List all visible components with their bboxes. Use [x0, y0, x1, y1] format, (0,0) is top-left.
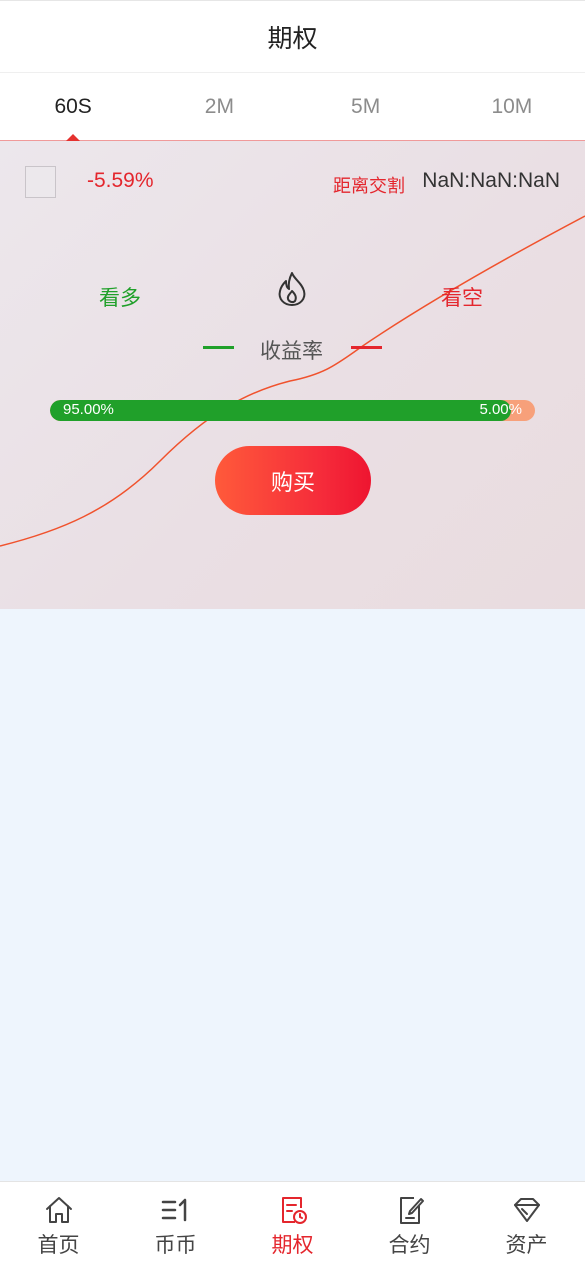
bear-ratio-text: 5.00%: [479, 401, 522, 418]
change-percent: -5.59%: [87, 169, 154, 192]
contract-icon: [399, 1197, 424, 1224]
home-icon: [45, 1197, 72, 1223]
tab-label: 60S: [54, 94, 92, 118]
period-tabs: 60S 2M 5M 10M: [0, 73, 585, 141]
fire-icon: [278, 272, 306, 306]
options-icon: [281, 1197, 307, 1224]
nav-contract[interactable]: 合约: [351, 1182, 468, 1267]
bull-ratio-fill: [50, 400, 511, 421]
tab-60s[interactable]: 60S: [0, 73, 146, 140]
tab-2m[interactable]: 2M: [146, 73, 292, 140]
diamond-icon: [513, 1198, 540, 1222]
header: 期权: [0, 0, 585, 73]
bear-option[interactable]: 看空: [441, 282, 483, 312]
yield-label: 收益率: [260, 339, 323, 363]
buy-button[interactable]: 购买: [215, 446, 371, 515]
price-chart: [0, 215, 585, 547]
nav-assets[interactable]: 资产: [468, 1182, 585, 1267]
page-title: 期权: [267, 23, 318, 53]
app-root: 期权 60S 2M 5M 10M -5.59% 距离交割 NaN:NaN:NaN…: [0, 0, 585, 1267]
tab-label: 2M: [204, 94, 234, 118]
nav-label: 首页: [37, 1233, 80, 1257]
tab-label: 10M: [491, 94, 533, 118]
nav-label: 资产: [505, 1233, 548, 1257]
nav-label: 期权: [271, 1233, 314, 1257]
bull-option[interactable]: 看多: [99, 282, 141, 312]
bull-ratio-text: 95.00%: [63, 401, 114, 418]
pair-selector-box[interactable]: [25, 166, 56, 198]
bottom-nav: 首页 币币 期权 合约 资产: [0, 1181, 585, 1267]
exchange-icon: [161, 1198, 186, 1222]
nav-label: 合约: [388, 1233, 431, 1257]
countdown-value: NaN:NaN:NaN: [422, 169, 560, 192]
trade-panel: -5.59% 距离交割 NaN:NaN:NaN 看多 看空 收益率 95.00%…: [0, 141, 585, 609]
tab-10m[interactable]: 10M: [439, 73, 585, 140]
tab-label: 5M: [351, 94, 381, 118]
nav-label: 币币: [154, 1233, 197, 1257]
bear-legend-line: [351, 346, 382, 349]
tab-5m[interactable]: 5M: [293, 73, 439, 140]
ratio-bar: 95.00% 5.00%: [50, 400, 535, 421]
nav-home[interactable]: 首页: [0, 1182, 117, 1267]
countdown-label: 距离交割: [333, 176, 405, 197]
nav-options[interactable]: 期权: [234, 1182, 351, 1267]
bull-legend-line: [203, 346, 234, 349]
nav-exchange[interactable]: 币币: [117, 1182, 234, 1267]
